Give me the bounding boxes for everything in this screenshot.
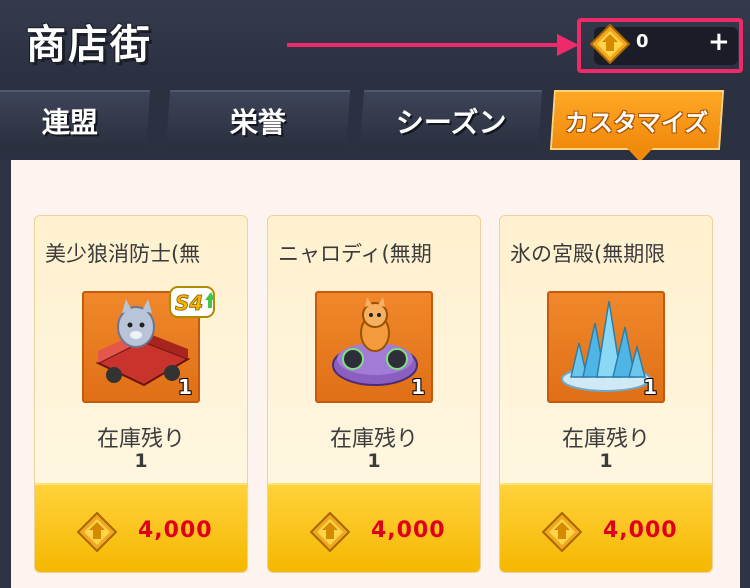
season-badge-text: S4 <box>175 291 203 315</box>
stock-label: 在庫残り <box>329 427 418 452</box>
item-price: 4,000 <box>138 518 213 543</box>
item-quantity: 1 <box>411 375 425 399</box>
gold-coin-icon <box>590 24 630 64</box>
stock-label: 在庫残り <box>561 427 650 452</box>
tab-honor[interactable]: 栄誉 <box>165 90 351 150</box>
item-image: 1 <box>315 291 433 403</box>
season-badge-icon: S4 <box>169 286 215 318</box>
shop-item-card[interactable]: ニャロディ(無期 1 在庫残り 1 4,000 <box>267 215 481 573</box>
item-quantity: 1 <box>178 375 192 399</box>
item-name: 美少狼消防士(無 <box>45 242 201 266</box>
item-price: 4,000 <box>603 518 678 543</box>
item-name: 氷の宮殿(無期限 <box>510 242 666 266</box>
shop-item-card[interactable]: 氷の宮殿(無期限 1 在庫残り 1 4,000 <box>499 215 713 573</box>
add-currency-button[interactable]: + <box>708 27 730 57</box>
page-title: 商店街 <box>26 22 152 68</box>
buy-button[interactable]: 4,000 <box>500 483 712 572</box>
tab-season[interactable]: シーズン <box>359 90 543 150</box>
stock-count: 1 <box>367 450 381 472</box>
gold-coin-icon <box>542 512 582 552</box>
gold-coin-icon <box>77 512 117 552</box>
currency-value: 0 <box>636 31 649 52</box>
gold-coin-icon <box>310 512 350 552</box>
item-image: 1 <box>547 291 665 403</box>
stock-label: 在庫残り <box>96 427 185 452</box>
tab-customize[interactable]: カスタマイズ <box>549 90 725 150</box>
buy-button[interactable]: 4,000 <box>35 483 247 572</box>
item-name: ニャロディ(無期 <box>278 242 432 266</box>
item-price: 4,000 <box>371 518 446 543</box>
item-quantity: 1 <box>643 375 657 399</box>
tab-alliance[interactable]: 連盟 <box>0 90 151 150</box>
stock-count: 1 <box>599 450 613 472</box>
buy-button[interactable]: 4,000 <box>268 483 480 572</box>
stock-count: 1 <box>134 450 148 472</box>
annotation-arrow-icon <box>287 34 579 56</box>
shop-item-card[interactable]: 美少狼消防士(無 1 S4 在庫残り 1 4,000 <box>34 215 248 573</box>
